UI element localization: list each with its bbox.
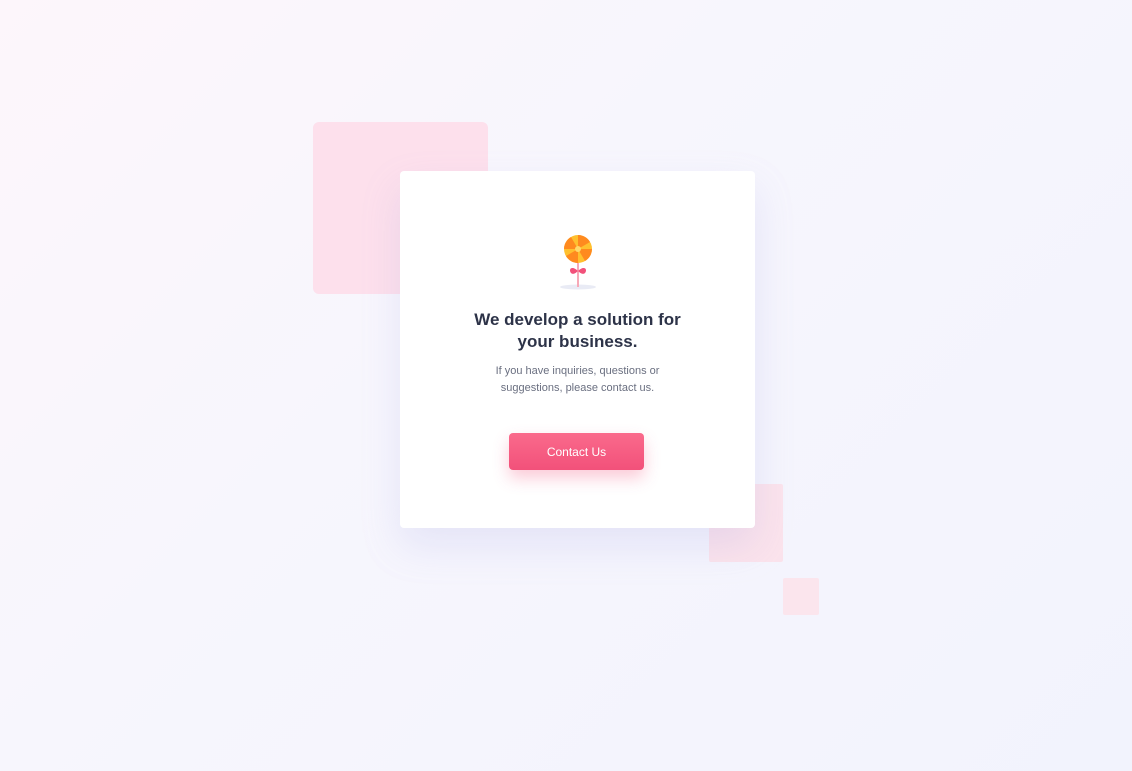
contact-us-button[interactable]: Contact Us [509,433,644,470]
hero-subtext: If you have inquiries, questions or sugg… [495,365,660,394]
lollipop-pinwheel-icon [560,235,596,290]
contact-card: We develop a solution for your business.… [400,171,755,528]
decorative-square-small [783,578,819,615]
hero-headline: We develop a solution for your business. [474,310,681,351]
